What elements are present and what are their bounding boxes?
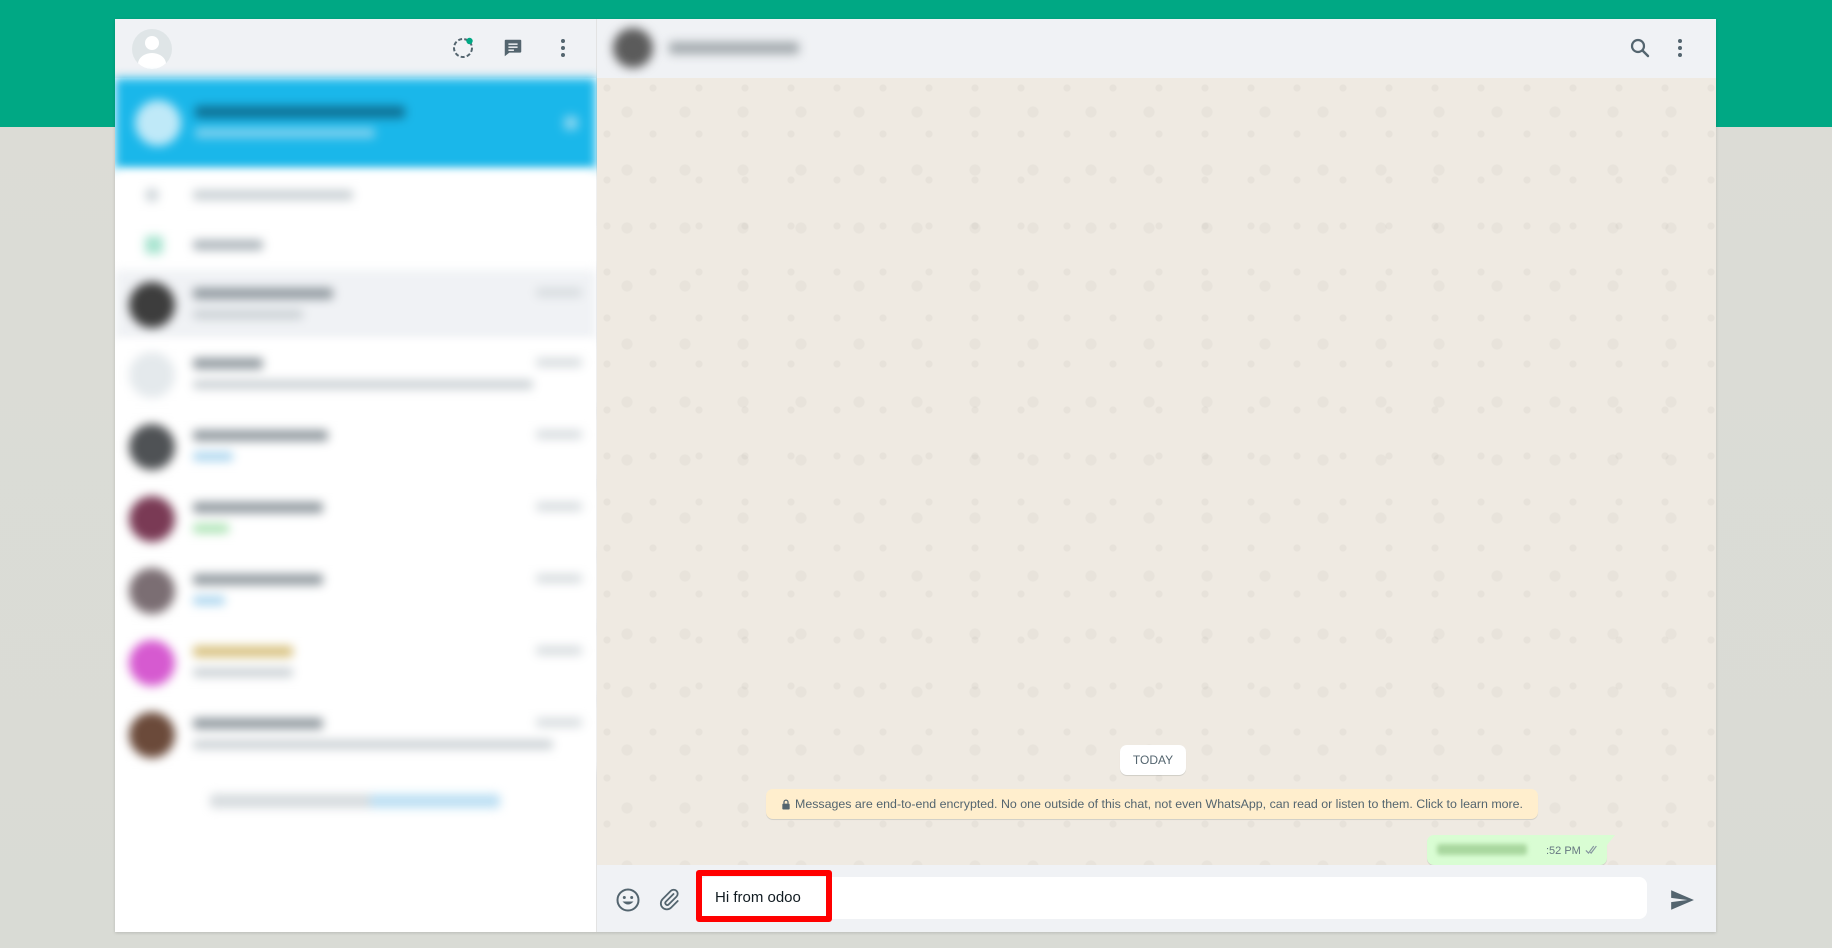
menu-icon[interactable] [551,36,575,60]
lock-icon [781,798,791,810]
contact-avatar[interactable] [613,28,653,68]
chat-list-item[interactable] [115,270,596,340]
chat-time [536,288,582,297]
search-row[interactable] [115,170,596,220]
search-icon [145,188,159,202]
new-chat-icon[interactable] [501,36,525,60]
chat-list-item[interactable] [115,484,596,554]
chat-avatar [129,712,175,758]
chat-avatar [129,424,175,470]
status-icon[interactable] [451,36,475,60]
search-placeholder [193,190,353,200]
chat-list-item[interactable] [115,340,596,410]
chat-last-message [193,310,303,319]
encryption-notice[interactable]: Messages are end-to-end encrypted. No on… [766,789,1538,819]
encryption-notice-text: Messages are end-to-end encrypted. No on… [795,797,1523,811]
date-divider: TODAY [1120,745,1186,775]
chat-list-item[interactable] [115,628,596,698]
chat-avatar [129,568,175,614]
avatar-head-shape [145,36,159,50]
attach-icon[interactable] [657,887,681,911]
chat-name [193,288,333,299]
sidebar-header [115,19,596,78]
chat-name [193,718,323,729]
chat-list-item[interactable] [115,700,596,770]
outgoing-message[interactable]: :52 PM [1427,835,1615,865]
conversation-header[interactable] [597,19,1716,78]
composer-bar [597,865,1716,932]
menu-icon[interactable] [1668,36,1692,60]
chat-avatar [129,352,175,398]
chat-list-item[interactable] [115,412,596,482]
chat-name [193,574,323,585]
message-text [1437,844,1527,855]
notification-banner[interactable] [115,78,596,170]
emoji-icon[interactable] [615,887,641,913]
archived-label [193,240,263,250]
double-check-icon [1585,845,1599,855]
archived-row[interactable] [115,220,596,270]
search-icon[interactable] [1628,36,1652,60]
message-time: :52 PM [1546,845,1581,857]
chat-time [536,646,582,655]
notification-subtitle [195,128,375,138]
chat-name [193,358,263,369]
contact-name[interactable] [669,42,799,54]
chat-last-message [193,380,533,389]
chat-last-message [193,740,553,749]
chat-last-message [193,668,293,677]
chat-time [536,502,582,511]
profile-avatar[interactable] [132,29,172,69]
chat-time [536,358,582,367]
message-input[interactable] [715,877,1615,919]
chat-name [193,646,293,657]
avatar-body-shape [138,53,166,69]
chat-list-item[interactable] [115,556,596,626]
notification-icon [135,100,181,146]
whatsapp-web-app: TODAY Messages are end-to-end encrypted.… [115,19,1716,932]
close-icon[interactable] [564,116,578,130]
archive-icon [145,236,163,254]
chat-avatar [129,640,175,686]
chat-time [536,430,582,439]
chat-list-sidebar [115,19,597,932]
chat-time [536,574,582,583]
conversation-panel: TODAY Messages are end-to-end encrypted.… [597,19,1716,932]
chat-last-message [193,524,229,533]
chat-name [193,502,323,513]
chat-avatar [129,282,175,328]
sidebar-footer-link[interactable] [370,794,500,808]
notification-title [195,106,405,118]
chat-avatar [129,496,175,542]
sidebar-footer-note [210,794,500,808]
chat-name [193,430,328,441]
message-compose-box[interactable] [699,877,1647,919]
chat-last-message [193,596,225,605]
chat-last-message [193,452,233,461]
chat-time [536,718,582,727]
send-icon[interactable] [1669,887,1695,913]
